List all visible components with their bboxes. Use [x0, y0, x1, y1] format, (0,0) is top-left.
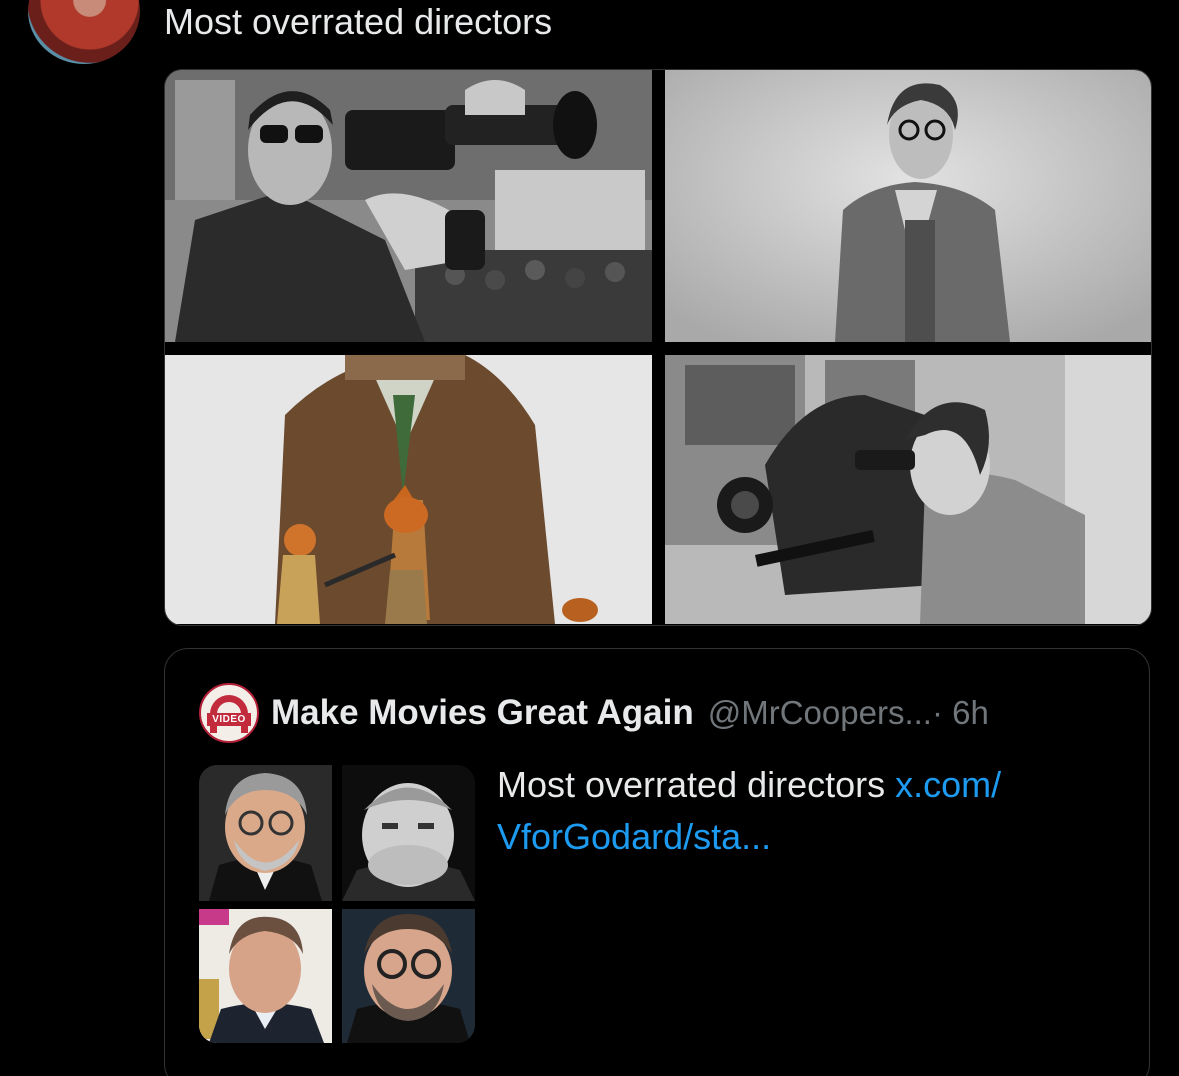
tweet-view: Most overrated directors VIDEO Make Movi…: [0, 0, 1179, 1076]
media-photo-1[interactable]: [165, 70, 652, 342]
tweet-text: Most overrated directors: [164, 1, 553, 42]
quoted-tweet-text: Most overrated directors x.com/​VforGoda…: [497, 759, 1107, 863]
user-avatar[interactable]: [28, 0, 140, 64]
quoted-photo-4: [342, 909, 475, 1043]
quoted-media-grid[interactable]: [199, 765, 475, 1043]
tweet-media-grid: [164, 69, 1152, 626]
media-photo-2[interactable]: [665, 70, 1151, 342]
quoted-author-avatar[interactable]: VIDEO: [199, 683, 259, 743]
quoted-author-handle[interactable]: @MrCoopers...: [708, 694, 932, 732]
quoted-photo-1: [199, 765, 332, 901]
quoted-author-name[interactable]: Make Movies Great Again: [271, 693, 694, 733]
quoted-tweet[interactable]: VIDEO Make Movies Great Again @MrCoopers…: [164, 648, 1150, 1076]
avatar-logo-text: VIDEO: [207, 713, 251, 726]
quoted-tweet-header: VIDEO Make Movies Great Again @MrCoopers…: [199, 683, 989, 743]
media-photo-4[interactable]: [665, 355, 1151, 624]
quoted-tweet-body: Most overrated directors: [497, 764, 896, 805]
quoted-timestamp[interactable]: · 6h: [932, 694, 989, 732]
quoted-photo-2: [342, 765, 475, 901]
quoted-photo-3: [199, 909, 332, 1043]
media-photo-3[interactable]: [165, 355, 652, 624]
